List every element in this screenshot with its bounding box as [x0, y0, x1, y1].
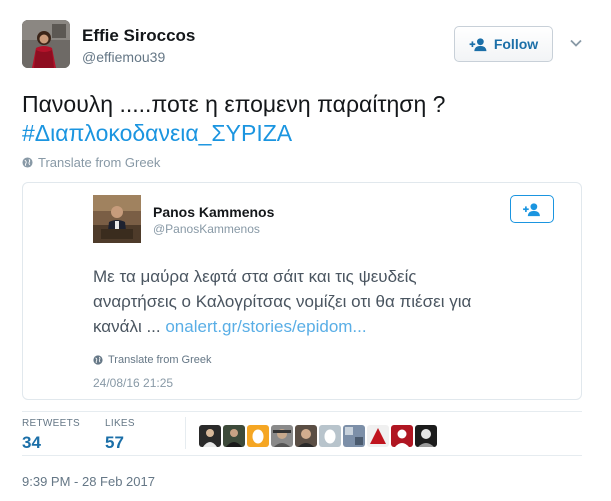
globe-icon — [93, 355, 103, 365]
add-user-icon — [523, 202, 540, 216]
embedded-text-line: αναρτήσεις ο Καλογρίτσας νομίζει οτι θα … — [93, 292, 472, 311]
embedded-date: 24/08/16 21:25 — [93, 376, 174, 390]
liker-avatar[interactable] — [343, 425, 365, 447]
author-handle[interactable]: @effiemou39 — [82, 49, 165, 65]
tweet-timestamp[interactable]: 9:39 PM - 28 Feb 2017 — [22, 474, 155, 489]
embedded-author-handle[interactable]: @PanosKammenos — [153, 222, 260, 236]
liker-avatar[interactable] — [391, 425, 413, 447]
liker-avatar[interactable] — [247, 425, 269, 447]
liker-avatar[interactable] — [199, 425, 221, 447]
embedded-author-name[interactable]: Panos Kammenos — [153, 204, 274, 220]
likers-avatars — [199, 425, 437, 447]
liker-avatar[interactable] — [319, 425, 341, 447]
chevron-down-icon[interactable] — [569, 36, 583, 50]
embedded-follow-button[interactable] — [510, 195, 554, 223]
likes-stat[interactable]: LIKES 57 — [105, 418, 135, 453]
liker-avatar[interactable] — [367, 425, 389, 447]
retweets-count: 34 — [22, 433, 41, 452]
embedded-text-line: κανάλι ... — [93, 317, 166, 336]
stats-divider-bottom — [22, 455, 582, 456]
embedded-text-line: Με τα μαύρα λεφτά στα σάιτ και τις ψευδε… — [93, 267, 417, 286]
follow-button[interactable]: Follow — [454, 26, 553, 62]
likes-label: LIKES — [105, 418, 135, 429]
embedded-tweet-text: Με τα μαύρα λεφτά στα σάιτ και τις ψευδε… — [93, 264, 471, 339]
embedded-translate-link[interactable]: Translate from Greek — [93, 354, 212, 366]
tweet-text: Πανουλη .....ποτε η επομενη παραίτηση ? … — [22, 90, 445, 148]
embedded-author-avatar[interactable] — [93, 195, 141, 243]
embedded-tweet-card[interactable]: Panos Kammenos @PanosKammenos Με τα μαύρ… — [22, 182, 582, 400]
hashtag-link[interactable]: #Διαπλοκοδανεια_ΣΥΡΙΖΑ — [22, 119, 445, 148]
liker-avatar[interactable] — [415, 425, 437, 447]
liker-avatar[interactable] — [223, 425, 245, 447]
author-avatar[interactable] — [22, 20, 70, 68]
liker-avatar[interactable] — [271, 425, 293, 447]
embedded-translate-label: Translate from Greek — [108, 354, 212, 366]
translate-link[interactable]: Translate from Greek — [22, 155, 160, 170]
stats-divider-top — [22, 411, 582, 412]
stats-divider-vertical — [185, 417, 186, 449]
embedded-link[interactable]: onalert.gr/stories/epidom... — [165, 317, 366, 336]
add-user-icon — [469, 37, 487, 51]
author-name[interactable]: Effie Siroccos — [82, 26, 195, 46]
follow-button-label: Follow — [493, 36, 539, 52]
tweet-text-line: Πανουλη .....ποτε η επομενη παραίτηση ? — [22, 91, 446, 117]
translate-label: Translate from Greek — [38, 155, 161, 170]
retweets-label: RETWEETS — [22, 418, 80, 429]
likes-count: 57 — [105, 433, 124, 452]
liker-avatar[interactable] — [295, 425, 317, 447]
retweets-stat[interactable]: RETWEETS 34 — [22, 418, 80, 453]
globe-icon — [22, 157, 33, 168]
